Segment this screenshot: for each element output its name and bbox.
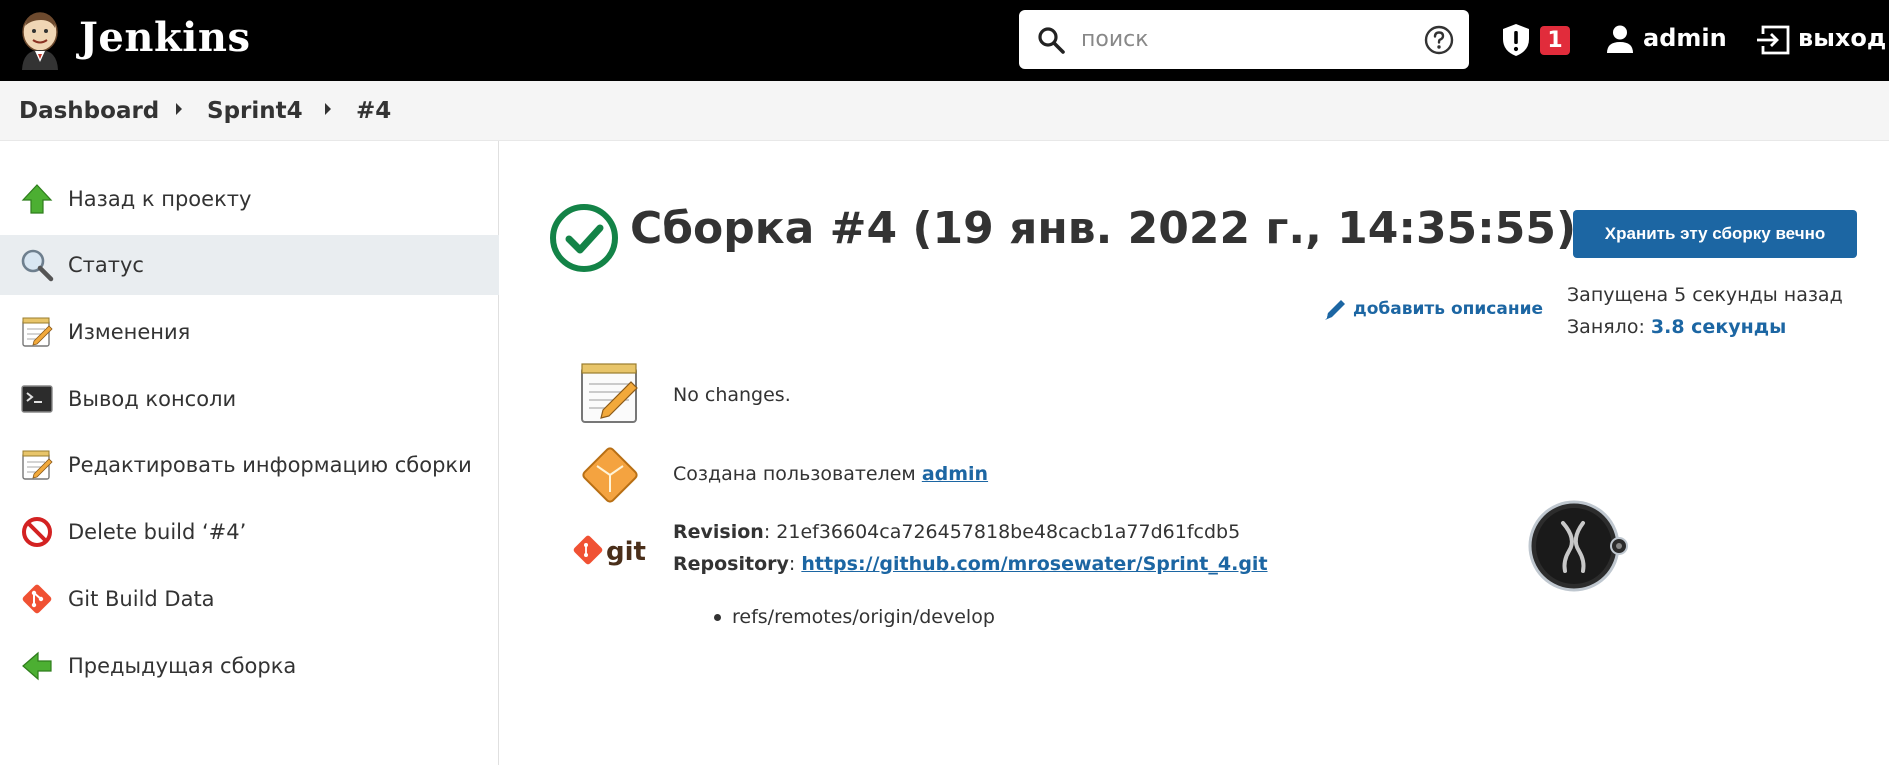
sidebar-item-label: Статус bbox=[68, 253, 144, 277]
build-duration-info: Заняло: 3.8 секунды bbox=[1567, 316, 1786, 338]
created-by-label: Создана пользователем bbox=[673, 463, 922, 485]
terminal-icon bbox=[21, 385, 53, 413]
top-header: Jenkins 1 admin выход bbox=[0, 0, 1889, 81]
breadcrumb-chevron-icon[interactable] bbox=[325, 103, 331, 115]
list-bullet bbox=[714, 614, 721, 621]
repository-url-link[interactable]: https://github.com/mrosewater/Sprint_4.g… bbox=[801, 553, 1267, 575]
sidebar-item-delete-build[interactable]: Delete build ‘#4’ bbox=[0, 502, 499, 562]
brand-title[interactable]: Jenkins bbox=[79, 14, 250, 61]
logout-link[interactable]: выход bbox=[1798, 24, 1886, 52]
created-by-user-link[interactable]: admin bbox=[922, 463, 988, 485]
revision-label: Revision bbox=[673, 521, 764, 543]
breadcrumb-project[interactable]: Sprint4 bbox=[207, 98, 303, 124]
repository-separator: : bbox=[788, 553, 802, 575]
page-title: Сборка #4 (19 янв. 2022 г., 14:35:55) bbox=[630, 203, 1577, 254]
sidebar-item-edit-build-info[interactable]: Редактировать информацию сборки bbox=[0, 435, 499, 495]
git-logo-icon: git bbox=[573, 535, 646, 567]
pencil-icon bbox=[1325, 300, 1345, 320]
breadcrumb-dashboard[interactable]: Dashboard bbox=[19, 98, 159, 124]
alert-count-badge[interactable]: 1 bbox=[1540, 26, 1570, 55]
duration-link[interactable]: 3.8 секунды bbox=[1651, 316, 1786, 338]
magnifier-icon bbox=[21, 249, 54, 282]
up-arrow-icon bbox=[21, 184, 53, 214]
created-by-text: Создана пользователем admin bbox=[673, 463, 988, 485]
build-started-info: Запущена 5 секунды назад bbox=[1567, 284, 1843, 306]
ref-branch-text: refs/remotes/origin/develop bbox=[732, 606, 995, 628]
search-input[interactable] bbox=[1081, 22, 1401, 56]
user-name-link[interactable]: admin bbox=[1643, 24, 1727, 52]
user-icon[interactable] bbox=[1605, 24, 1635, 54]
user-cause-icon bbox=[582, 447, 638, 503]
sidebar-item-console-output[interactable]: Вывод консоли bbox=[0, 369, 499, 429]
sidebar-item-back-to-project[interactable]: Назад к проекту bbox=[0, 169, 499, 229]
no-entry-icon bbox=[22, 517, 52, 547]
notepad-edit-icon bbox=[22, 450, 53, 480]
notepad-changes-icon bbox=[581, 363, 638, 423]
sidebar-item-changes[interactable]: Изменения bbox=[0, 302, 499, 362]
revision-line: Revision: 21ef36604ca726457818be48cacb1a… bbox=[673, 521, 1240, 543]
duration-label: Заняло: bbox=[1567, 316, 1651, 338]
help-icon[interactable] bbox=[1423, 24, 1455, 56]
left-arrow-icon bbox=[22, 651, 52, 681]
sidebar-item-status[interactable]: Статус bbox=[0, 235, 499, 295]
sidebar-item-label: Изменения bbox=[68, 320, 191, 344]
notepad-icon bbox=[22, 317, 53, 347]
add-description-label: добавить описание bbox=[1353, 299, 1544, 319]
sidebar-item-label: Delete build ‘#4’ bbox=[68, 520, 247, 544]
search-box bbox=[1019, 10, 1469, 69]
floating-widget-icon[interactable] bbox=[1527, 499, 1629, 595]
sidebar-item-label: Предыдущая сборка bbox=[68, 654, 297, 678]
no-changes-text: No changes. bbox=[673, 384, 791, 406]
svg-text:git: git bbox=[606, 537, 646, 567]
jenkins-logo-icon[interactable] bbox=[17, 10, 63, 70]
sidebar-item-label: Редактировать информацию сборки bbox=[68, 453, 472, 477]
success-status-icon bbox=[550, 204, 618, 272]
repository-label: Repository bbox=[673, 553, 789, 575]
repository-line: Repository: https://github.com/mrosewate… bbox=[673, 553, 1268, 575]
keep-build-forever-button[interactable]: Хранить эту сборку вечно bbox=[1573, 210, 1857, 258]
sidebar-item-label: Вывод консоли bbox=[68, 387, 237, 411]
breadcrumb: Dashboard Sprint4 #4 bbox=[0, 81, 1889, 141]
sidebar-item-label: Git Build Data bbox=[68, 587, 215, 611]
sidebar-item-label: Назад к проекту bbox=[68, 187, 252, 211]
logout-icon[interactable] bbox=[1755, 24, 1791, 56]
git-icon bbox=[22, 584, 52, 614]
search-icon bbox=[1038, 27, 1065, 54]
sidebar-item-git-build-data[interactable]: Git Build Data bbox=[0, 569, 499, 629]
add-description-link[interactable]: добавить описание bbox=[1323, 296, 1543, 322]
sidebar-item-previous-build[interactable]: Предыдущая сборка bbox=[0, 636, 499, 696]
security-shield-icon[interactable] bbox=[1500, 22, 1532, 58]
breadcrumb-chevron-icon[interactable] bbox=[176, 103, 182, 115]
sidebar: Назад к проекту Статус Изменения Вывод к… bbox=[0, 141, 499, 765]
breadcrumb-build[interactable]: #4 bbox=[356, 98, 391, 124]
revision-value: : 21ef36604ca726457818be48cacb1a77d61fcd… bbox=[763, 521, 1241, 543]
